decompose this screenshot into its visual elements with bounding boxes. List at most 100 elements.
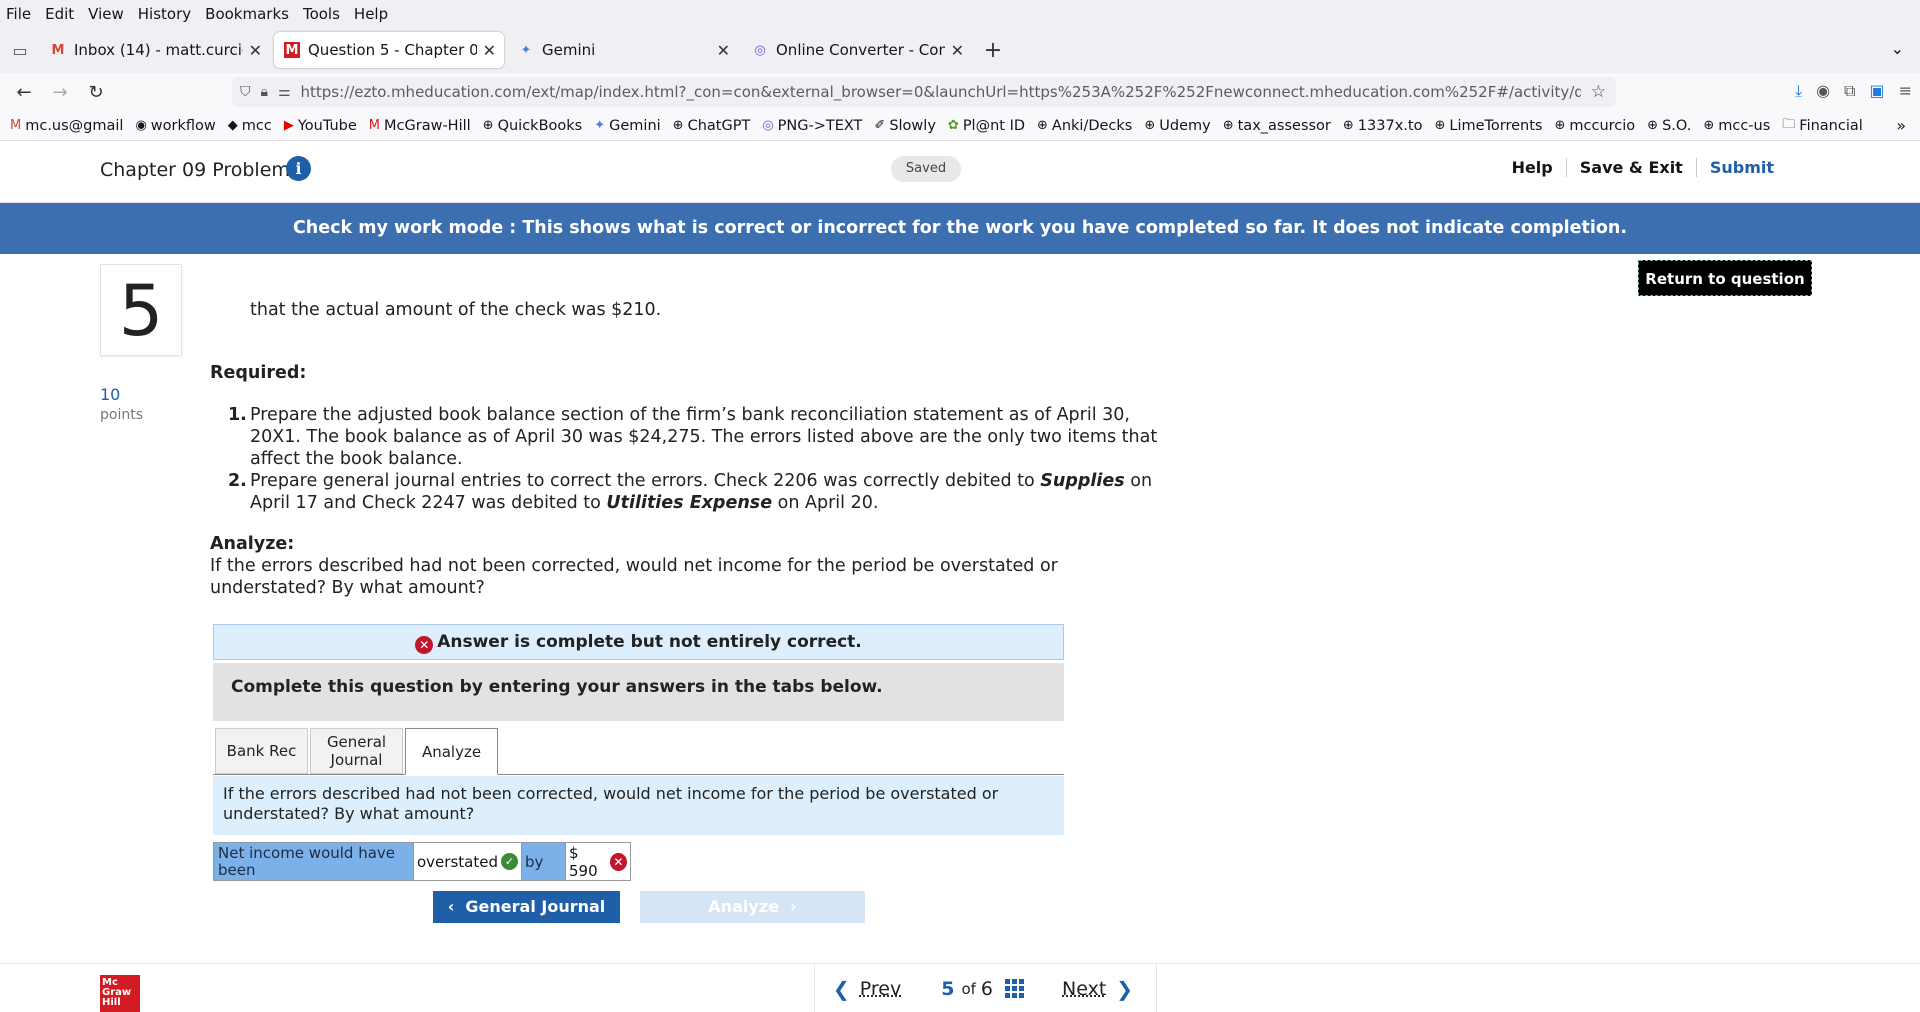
- page-indicator[interactable]: 5 of 6: [941, 978, 1024, 1000]
- info-icon[interactable]: i: [286, 156, 311, 181]
- page-title: Chapter 09 Problems: [100, 159, 300, 181]
- tab-tray-icon[interactable]: ▭: [0, 41, 40, 60]
- close-icon[interactable]: ✕: [951, 41, 964, 60]
- shield-icon[interactable]: ⛉: [240, 84, 251, 100]
- by-label: by: [522, 843, 566, 880]
- tab-converter[interactable]: ◎ Online Converter - Conve ✕: [742, 32, 972, 68]
- bookmark-item[interactable]: ⊕ tax_assessor: [1223, 118, 1331, 134]
- bookmark-item[interactable]: ⊕ Anki/Decks: [1037, 118, 1132, 134]
- bookmark-item[interactable]: ⊕ S.O.: [1647, 118, 1691, 134]
- submit-link[interactable]: Submit: [1697, 158, 1787, 177]
- points-label: points: [100, 407, 143, 423]
- tab-title: Gemini: [542, 41, 711, 59]
- answer-row: Net income would have been overstated ✓ …: [213, 842, 631, 881]
- github-icon: ◉: [135, 118, 146, 133]
- prev-link[interactable]: ❮ Prev: [833, 977, 901, 1001]
- folder-icon: 🗀︎: [1782, 115, 1795, 137]
- bookmark-item[interactable]: Mmc.us@gmail: [10, 118, 123, 134]
- chevron-left-icon: ‹: [448, 897, 455, 916]
- globe-icon: ⊕: [1434, 118, 1445, 133]
- menu-view[interactable]: View: [88, 5, 124, 23]
- chevron-right-icon: ›: [790, 897, 797, 916]
- globe-icon: ⊕: [1554, 118, 1565, 133]
- hamburger-menu-icon[interactable]: ≡: [1899, 81, 1912, 101]
- globe-icon: ⊕: [1343, 118, 1354, 133]
- tab-general-journal[interactable]: General Journal: [310, 728, 403, 774]
- bookmark-item[interactable]: ⊕ QuickBooks: [483, 118, 583, 134]
- close-icon[interactable]: ✕: [249, 41, 262, 60]
- requirement-1: 1. Prepare the adjusted book balance sect…: [228, 404, 1158, 470]
- permissions-icon[interactable]: ⚌: [278, 84, 291, 100]
- bookmark-item[interactable]: ⊕ 1337x.to: [1343, 118, 1423, 134]
- gmail-icon: M: [50, 42, 66, 58]
- lock-icon[interactable]: 🔒︎: [261, 84, 268, 100]
- converter-icon: ◎: [762, 118, 773, 133]
- tab-gemini[interactable]: ✦ Gemini ✕: [508, 32, 738, 68]
- menu-edit[interactable]: Edit: [45, 5, 74, 23]
- requirements-list: 1. Prepare the adjusted book balance sect…: [228, 404, 1158, 514]
- general-journal-button[interactable]: ‹ General Journal: [433, 891, 620, 923]
- url-text[interactable]: https://ezto.mheducation.com/ext/map/ind…: [301, 83, 1581, 101]
- instruction-box: Complete this question by entering your …: [213, 663, 1064, 721]
- globe-icon: ⊕: [1647, 118, 1658, 133]
- tab-question[interactable]: M Question 5 - Chapter 09 P ✕: [274, 32, 504, 68]
- forward-button[interactable]: →: [42, 82, 78, 103]
- bookmark-item[interactable]: ◉ workflow: [135, 118, 215, 134]
- globe-icon: ⊕: [1703, 118, 1714, 133]
- menu-bookmarks[interactable]: Bookmarks: [205, 5, 289, 23]
- reload-button[interactable]: ↻: [78, 82, 114, 103]
- new-tab-button[interactable]: +: [976, 38, 1010, 63]
- bookmark-item[interactable]: ▶ YouTube: [284, 118, 357, 134]
- tab-title: Question 5 - Chapter 09 P: [308, 41, 477, 59]
- requirement-2: 2. Prepare general journal entries to cor…: [228, 470, 1158, 514]
- bookmark-item[interactable]: ⊕ ChatGPT: [673, 118, 751, 134]
- bookmark-folder[interactable]: 🗀︎ Financial: [1782, 115, 1863, 137]
- bookmarks-bar: Mmc.us@gmail ◉ workflow ◆ mcc ▶ YouTube M Mc…: [0, 111, 1920, 141]
- menu-tools[interactable]: Tools: [303, 5, 340, 23]
- nav-bar: ← → ↻ ⛉ 🔒︎ ⚌ https://ezto.mheducation.co…: [0, 73, 1920, 111]
- close-icon[interactable]: ✕: [717, 41, 730, 60]
- address-bar[interactable]: ⛉ 🔒︎ ⚌ https://ezto.mheducation.com/ext/…: [232, 77, 1616, 107]
- bookmark-item[interactable]: ⊕ mccurcio: [1554, 118, 1635, 134]
- incorrect-icon: ✕: [610, 853, 627, 871]
- app-header: Chapter 09 Problems i Saved Help Save & …: [0, 141, 1920, 203]
- bookmark-item[interactable]: ✦ Gemini: [594, 118, 660, 134]
- bookmark-item[interactable]: ◆ mcc: [228, 118, 272, 134]
- tab-analyze[interactable]: Analyze: [405, 728, 498, 775]
- save-exit-link[interactable]: Save & Exit: [1567, 158, 1697, 177]
- chevron-down-icon[interactable]: ⌄: [1891, 39, 1904, 58]
- menu-file[interactable]: File: [6, 5, 31, 23]
- check-work-banner: Check my work mode : This shows what is …: [0, 203, 1920, 254]
- back-button[interactable]: ←: [6, 82, 42, 103]
- bookmark-item[interactable]: ⊕ mcc-us: [1703, 118, 1770, 134]
- chevron-right-double-icon[interactable]: »: [1896, 116, 1906, 135]
- bookmark-item[interactable]: M McGraw-Hill: [369, 118, 471, 134]
- puzzle-icon[interactable]: ⧉: [1844, 81, 1855, 101]
- star-icon[interactable]: ☆: [1591, 82, 1606, 102]
- amount-input[interactable]: $ 590 ✕: [566, 843, 630, 880]
- next-link[interactable]: Next ❯: [1062, 977, 1133, 1001]
- analyze-heading: Analyze:: [210, 533, 294, 555]
- help-link[interactable]: Help: [1499, 158, 1567, 177]
- bookmark-item[interactable]: ✿ Pl@nt ID: [948, 118, 1025, 134]
- chevron-right-icon: ❯: [1116, 977, 1133, 1001]
- bookmark-item[interactable]: ⊕ LimeTorrents: [1434, 118, 1542, 134]
- tab-inbox[interactable]: M Inbox (14) - matt.curcio.u ✕: [40, 32, 270, 68]
- bookmark-item[interactable]: ✐ Slowly: [874, 118, 935, 134]
- close-icon[interactable]: ✕: [483, 41, 496, 60]
- return-to-question-button[interactable]: Return to question: [1638, 260, 1812, 296]
- download-icon[interactable]: ⤓: [1795, 81, 1802, 101]
- account-icon[interactable]: ▣: [1869, 81, 1884, 101]
- tab-bank-rec[interactable]: Bank Rec: [215, 728, 308, 774]
- mcgraw-hill-logo: Mc Graw Hill: [100, 975, 140, 1012]
- points-value: 10: [100, 385, 120, 404]
- menu-help[interactable]: Help: [354, 5, 388, 23]
- converter-icon: ◎: [752, 42, 768, 58]
- extension-icon[interactable]: ◉: [1816, 81, 1830, 101]
- menu-history[interactable]: History: [138, 5, 191, 23]
- gemini-icon: ✦: [518, 42, 534, 58]
- overstated-select[interactable]: overstated ✓: [414, 843, 522, 880]
- question-number: 5: [100, 264, 182, 356]
- bookmark-item[interactable]: ◎ PNG->TEXT: [762, 118, 862, 134]
- bookmark-item[interactable]: ⊕ Udemy: [1144, 118, 1210, 134]
